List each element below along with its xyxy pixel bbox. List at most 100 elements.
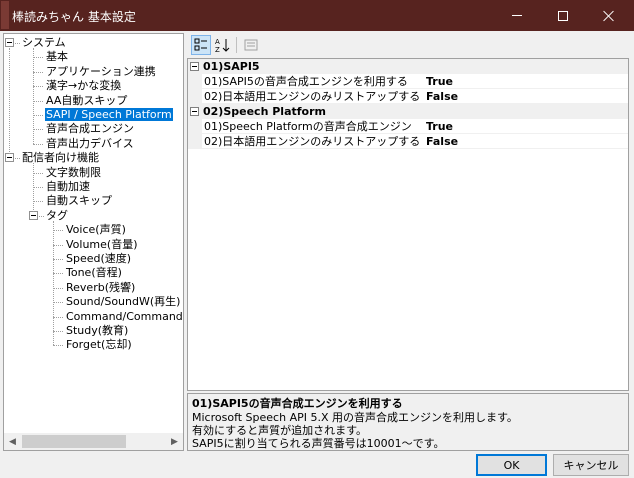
tree-connector bbox=[33, 163, 34, 212]
tree-node[interactable]: システム bbox=[21, 36, 67, 50]
tree-connector bbox=[53, 302, 63, 304]
property-value[interactable]: False bbox=[426, 134, 458, 149]
tree-node[interactable]: 自動加速 bbox=[45, 180, 91, 194]
tree-connector bbox=[33, 48, 34, 144]
property-pages-icon bbox=[244, 39, 258, 51]
tree-node[interactable]: SAPI / Speech Platform bbox=[45, 108, 173, 122]
ok-button[interactable]: OK bbox=[476, 454, 547, 476]
property-value[interactable]: True bbox=[426, 119, 453, 134]
tree-node-label: 漢字→かな変換 bbox=[46, 79, 122, 93]
grid-category[interactable]: 01)SAPI5 bbox=[188, 59, 628, 74]
tree-horizontal-scrollbar[interactable]: ◀ ▶ bbox=[4, 433, 183, 450]
property-grid[interactable]: 01)SAPI5 01)SAPI5の音声合成エンジンを利用する True 02)日本語… bbox=[187, 58, 629, 391]
grid-gutter bbox=[188, 134, 202, 149]
tree-connector bbox=[33, 57, 43, 59]
tree-node-label: アプリケーション連携 bbox=[46, 64, 156, 78]
tree-node-label: Study(教育) bbox=[66, 324, 129, 337]
tree-node[interactable]: Speed(速度) bbox=[65, 252, 132, 266]
collapse-toggle-icon[interactable] bbox=[190, 107, 199, 116]
tree-connector bbox=[33, 71, 43, 73]
tree-connector bbox=[9, 48, 10, 155]
tree-node-label: Forget(忘却) bbox=[66, 338, 132, 352]
collapse-toggle-icon[interactable] bbox=[29, 210, 38, 220]
tree-connector bbox=[33, 100, 43, 102]
tree-connector bbox=[53, 287, 63, 289]
grid-property-row[interactable]: 02)日本語用エンジンのみリストアップする False bbox=[188, 134, 628, 149]
property-name: 02)日本語用エンジンのみリストアップする bbox=[204, 90, 421, 103]
collapse-toggle-icon[interactable] bbox=[5, 38, 14, 47]
cancel-button[interactable]: キャンセル bbox=[553, 454, 629, 476]
tree-node[interactable]: AA自動スキップ bbox=[45, 94, 128, 108]
tree-node[interactable]: 基本 bbox=[45, 50, 69, 64]
tree-node[interactable]: 自動スキップ bbox=[45, 194, 113, 208]
tree-connector bbox=[53, 230, 63, 232]
tree-node[interactable]: Study(教育) bbox=[65, 324, 129, 338]
tree-node-label: 音声出力デバイス bbox=[46, 136, 134, 150]
tree-node[interactable]: 音声合成エンジン bbox=[45, 122, 135, 136]
collapse-toggle-icon[interactable] bbox=[190, 62, 199, 71]
tree-node[interactable]: 文字数制限 bbox=[45, 166, 102, 180]
tree-node-label: Speed(速度) bbox=[66, 252, 132, 265]
tree-connector bbox=[53, 259, 63, 260]
tree-node-label: Command/CommandW bbox=[66, 309, 184, 323]
tree-node-label: Reverb(残響) bbox=[66, 280, 136, 294]
categorized-view-button[interactable] bbox=[191, 35, 211, 55]
description-line: SAPI5に割り当てられる声質番号は10001～です。 bbox=[192, 437, 445, 450]
tree-connector bbox=[33, 143, 43, 145]
tree-node[interactable]: Forget(忘却) bbox=[65, 338, 133, 352]
tree-node[interactable]: Command/CommandW bbox=[65, 309, 184, 324]
tree-node[interactable]: Reverb(残響) bbox=[65, 281, 136, 295]
close-icon bbox=[603, 10, 615, 22]
grid-category[interactable]: 02)Speech Platform bbox=[188, 104, 628, 119]
scrollbar-thumb[interactable] bbox=[22, 435, 126, 448]
property-value[interactable]: False bbox=[426, 89, 458, 104]
scroll-left-arrow-icon[interactable]: ◀ bbox=[4, 433, 21, 450]
tree-node-label: タグ bbox=[46, 208, 68, 222]
tree-node[interactable]: Tone(音程) bbox=[65, 266, 123, 280]
tree-connector bbox=[15, 158, 20, 160]
description-pane: 01)SAPI5の音声合成エンジンを利用する Microsoft Speech … bbox=[187, 393, 629, 451]
grid-property-row[interactable]: 01)Speech Platformの音声合成エンジン True bbox=[188, 119, 628, 134]
scroll-right-arrow-icon[interactable]: ▶ bbox=[166, 433, 183, 450]
maximize-button[interactable] bbox=[540, 0, 586, 31]
grid-gutter bbox=[188, 74, 202, 89]
grid-property-row[interactable]: 01)SAPI5の音声合成エンジンを利用する True bbox=[188, 74, 628, 89]
tree-node[interactable]: Volume(音量) bbox=[65, 238, 139, 252]
tree-node-label: Tone(音程) bbox=[66, 266, 122, 280]
tree-connector bbox=[53, 331, 63, 332]
tree-node[interactable]: 音声出力デバイス bbox=[45, 137, 135, 151]
property-value[interactable]: True bbox=[426, 74, 453, 89]
tree-node[interactable]: アプリケーション連携 bbox=[45, 65, 157, 79]
tree-node[interactable]: 漢字→かな変換 bbox=[45, 79, 122, 93]
tree-connector bbox=[39, 215, 44, 217]
minimize-icon bbox=[512, 15, 522, 16]
grid-property-row[interactable]: 02)日本語用エンジンのみリストアップする False bbox=[188, 89, 628, 104]
settings-tree[interactable]: システム 基本 アプリケーション連携 漢字→かな変換 AA自動スキップ SAPI / Sp… bbox=[3, 33, 184, 451]
collapse-toggle-icon[interactable] bbox=[5, 153, 14, 163]
sort-alphabetical-icon: A Z bbox=[215, 38, 230, 53]
tree-node[interactable]: Voice(声質) bbox=[65, 223, 127, 237]
grid-category-label: 02)Speech Platform bbox=[203, 105, 326, 118]
tree-node-label: AA自動スキップ bbox=[46, 93, 128, 107]
tree-node-label: Sound/SoundW(再生) bbox=[66, 295, 181, 309]
tree-node[interactable]: タグ bbox=[45, 209, 69, 223]
tree-node-label: 文字数制限 bbox=[46, 165, 101, 179]
property-pages-button[interactable] bbox=[241, 35, 261, 55]
tree-node-label: Volume(音量) bbox=[66, 237, 138, 251]
tree-node-label: 自動加速 bbox=[46, 180, 90, 193]
minimize-button[interactable] bbox=[494, 0, 540, 31]
tree-connector bbox=[53, 345, 63, 347]
tree-connector bbox=[33, 172, 43, 174]
tree-connector bbox=[33, 187, 43, 188]
grid-category-label: 01)SAPI5 bbox=[203, 60, 260, 73]
property-name: 01)Speech Platformの音声合成エンジン bbox=[204, 120, 412, 133]
tree-node[interactable]: Sound/SoundW(再生) bbox=[65, 295, 181, 309]
categorized-icon bbox=[194, 38, 207, 51]
alphabetical-view-button[interactable]: A Z bbox=[213, 35, 233, 55]
close-button[interactable] bbox=[586, 0, 632, 31]
tree-connector bbox=[53, 316, 63, 318]
grid-gutter bbox=[188, 89, 202, 104]
property-name: 02)日本語用エンジンのみリストアップする bbox=[204, 135, 421, 148]
tree-connector bbox=[33, 115, 43, 116]
tree-node-label: 基本 bbox=[46, 50, 68, 64]
